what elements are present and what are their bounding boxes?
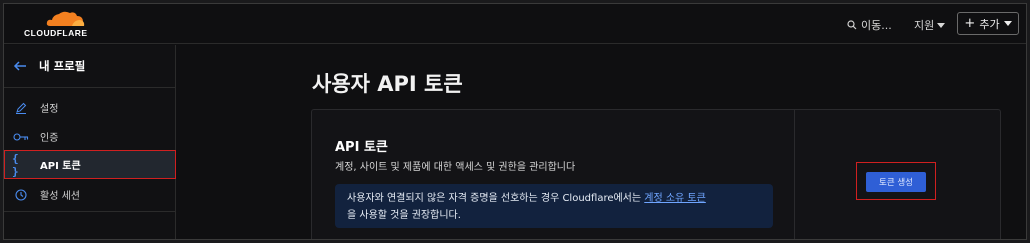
- create-token-button[interactable]: 토큰 생성: [866, 172, 926, 192]
- sidebar-item-settings[interactable]: 설정: [4, 93, 176, 122]
- sidebar-item-active-sessions[interactable]: 활성 세션: [4, 180, 176, 209]
- api-tokens-card: API 토큰 계정, 사이트 및 제품에 대한 액세스 및 권한을 관리합니다 …: [311, 109, 1001, 239]
- account-owned-tokens-link[interactable]: 계정 소유 토큰: [644, 193, 706, 204]
- curly-braces-icon: { }: [12, 151, 19, 178]
- key-icon: [12, 132, 30, 142]
- card-divider: [794, 110, 795, 239]
- sidebar-item-label: 활성 세션: [40, 191, 80, 202]
- back-arrow-icon[interactable]: [13, 59, 27, 73]
- page-title: 사용자 API 토큰: [312, 72, 463, 96]
- notice-text: 을 사용할 것을 권장합니다.: [347, 210, 461, 221]
- sidebar-divider: [4, 211, 176, 212]
- sidebar-item-label: 인증: [40, 133, 59, 144]
- sidebar-item-label: API 토큰: [40, 161, 81, 172]
- chevron-down-icon: [1003, 21, 1012, 26]
- sidebar-item-label: 설정: [40, 104, 59, 115]
- sidebar: 내 프로필 설정 인증 { } API 토큰 활성 세션: [4, 45, 176, 239]
- pencil-icon: [12, 102, 30, 114]
- sidebar-title: 내 프로필: [39, 59, 86, 73]
- highlight-box: 토큰 생성: [856, 162, 936, 200]
- support-label: 지원: [914, 19, 935, 32]
- add-label: 추가: [979, 17, 1000, 31]
- notice-text: 사용자와 연결되지 않은 자격 증명을 선호하는 경우 Cloudflare에서…: [347, 193, 645, 204]
- sidebar-item-authentication[interactable]: 인증: [4, 122, 176, 151]
- goto-search-label: 이동...: [861, 19, 892, 32]
- cloudflare-logo[interactable]: CLOUDFLARE: [24, 10, 88, 40]
- card-title: API 토큰: [335, 140, 388, 155]
- goto-search[interactable]: 이동...: [847, 17, 892, 33]
- sidebar-header: 내 프로필: [4, 45, 176, 88]
- support-menu[interactable]: 지원: [914, 17, 946, 33]
- brand-name: CLOUDFLARE: [24, 28, 88, 38]
- add-button[interactable]: + 추가: [957, 12, 1019, 35]
- sidebar-item-api-tokens[interactable]: { } API 토큰: [4, 150, 176, 179]
- clock-icon: [12, 188, 30, 201]
- chevron-down-icon: [937, 22, 946, 28]
- plus-icon: +: [964, 16, 976, 31]
- cloud-icon: [46, 11, 85, 26]
- card-description: 계정, 사이트 및 제품에 대한 액세스 및 권한을 관리합니다: [335, 162, 576, 173]
- app-window: CLOUDFLARE 이동... 지원 + 추가 내 프로필 설정 인증 {}…: [3, 3, 1027, 240]
- search-icon: [847, 20, 857, 30]
- top-bar: CLOUDFLARE 이동... 지원 + 추가: [4, 4, 1026, 44]
- card-content: API 토큰 계정, 사이트 및 제품에 대한 액세스 및 권한을 관리합니다 …: [312, 110, 794, 239]
- info-notice: 사용자와 연결되지 않은 자격 증명을 선호하는 경우 Cloudflare에서…: [335, 184, 773, 228]
